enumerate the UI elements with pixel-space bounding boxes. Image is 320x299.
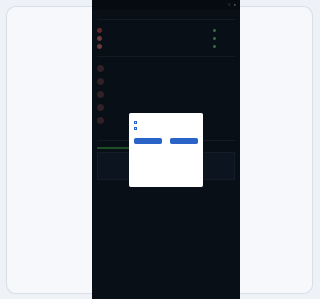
consent-modal [129, 113, 203, 187]
modal-option[interactable] [134, 121, 198, 124]
modal-option[interactable] [134, 127, 198, 130]
modal-secondary-button[interactable] [170, 138, 198, 144]
app-screen: ≡ ● [92, 0, 240, 299]
checkbox-icon[interactable] [134, 121, 137, 124]
checkbox-icon[interactable] [134, 127, 137, 130]
modal-primary-button[interactable] [134, 138, 162, 144]
